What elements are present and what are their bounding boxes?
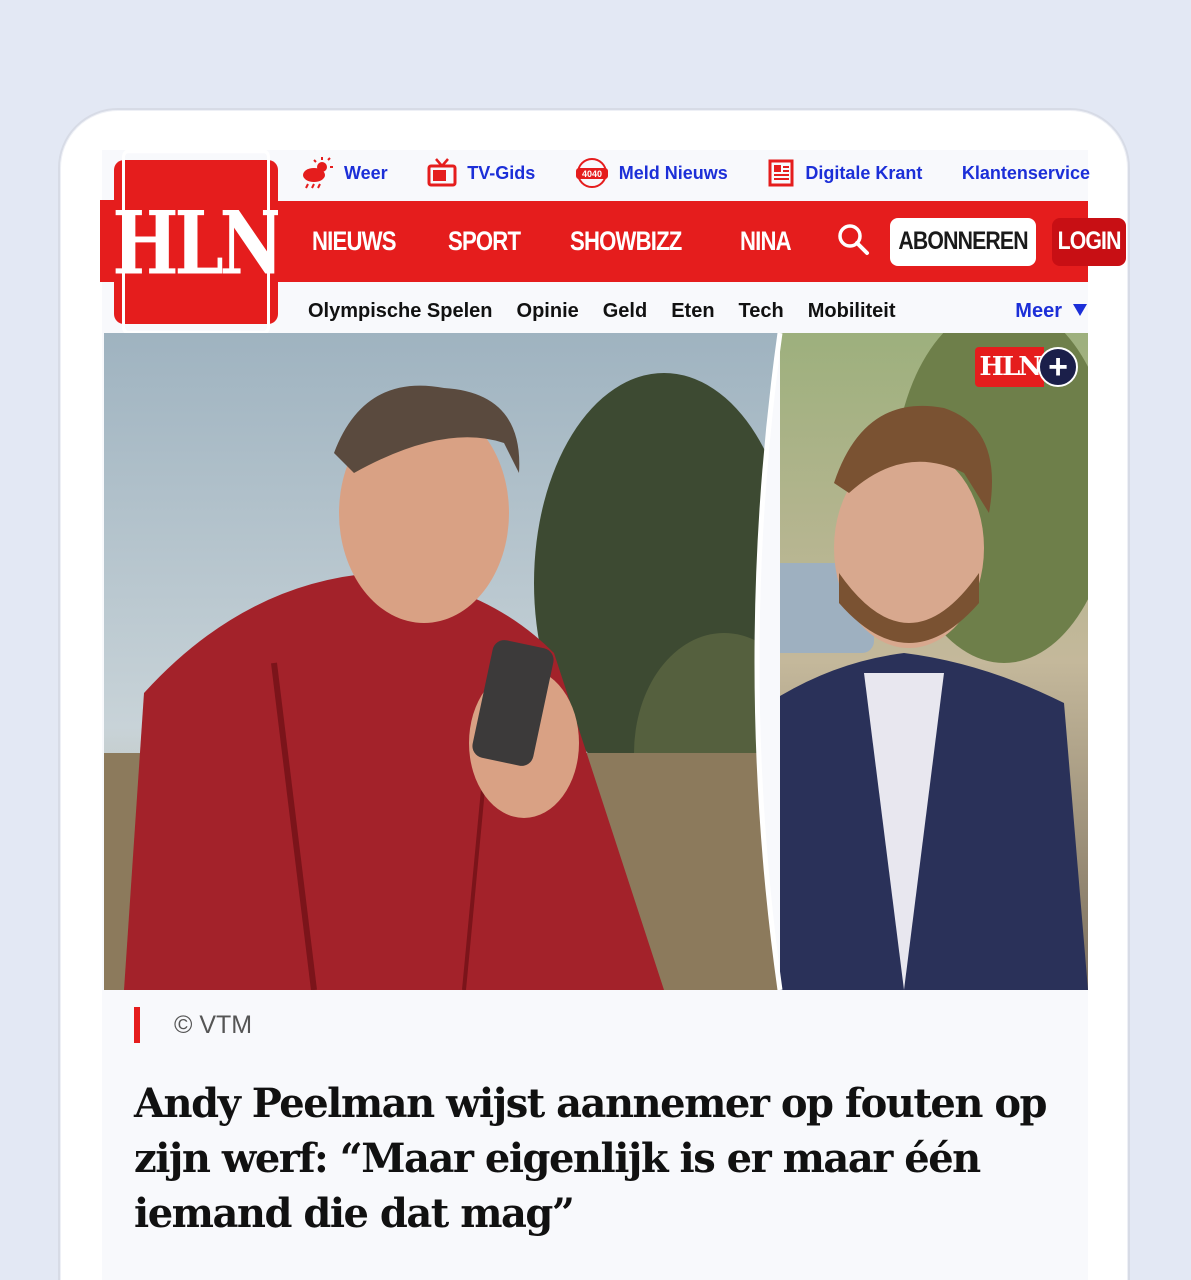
sub-nav-mobiliteit[interactable]: Mobiliteit — [808, 300, 896, 323]
sub-nav-opinie[interactable]: Opinie — [517, 300, 579, 323]
digital-paper-link[interactable]: Digitale Krant — [767, 159, 922, 187]
sub-nav: Olympische Spelen Opinie Geld Eten Tech … — [308, 294, 1088, 328]
weather-label: Weer — [344, 162, 388, 183]
4040-icon: 4040 — [575, 158, 609, 188]
triangle-down-icon — [1072, 300, 1088, 323]
photo-caption: © VTM — [134, 1007, 252, 1043]
more-menu-button[interactable]: Meer — [1015, 300, 1088, 323]
weather-link[interactable]: Weer — [300, 156, 388, 190]
digital-paper-label: Digitale Krant — [805, 162, 923, 183]
customer-service-label: Klantenservice — [961, 162, 1090, 183]
plus-icon: + — [1038, 347, 1078, 387]
tv-guide-link[interactable]: TV-Gids — [427, 158, 535, 188]
report-news-label: Meld Nieuws — [618, 162, 728, 183]
nav-item-nieuws[interactable]: NIEUWS — [312, 226, 396, 257]
newspaper-icon — [767, 159, 795, 187]
hln-logo[interactable]: HLN — [112, 149, 284, 335]
utility-bar: Weer TV-Gids 4040 Meld Nieuws Digitale K… — [300, 155, 1090, 191]
customer-service-link[interactable]: Klantenservice — [962, 163, 1090, 184]
login-button[interactable]: LOGIN — [1052, 217, 1127, 266]
login-label: LOGIN — [1057, 227, 1122, 255]
nav-item-sport[interactable]: SPORT — [448, 226, 521, 257]
search-icon — [836, 222, 870, 261]
article-hero-image[interactable]: HLN + — [104, 333, 1088, 990]
caption-accent-bar — [134, 1007, 140, 1043]
hln-plus-badge: HLN + — [975, 347, 1078, 387]
sub-nav-olympische-spelen[interactable]: Olympische Spelen — [308, 300, 493, 323]
sub-nav-geld[interactable]: Geld — [603, 300, 647, 323]
more-label: Meer — [1015, 299, 1062, 322]
svg-text:4040: 4040 — [582, 169, 602, 179]
logo-text: HLN — [112, 149, 284, 335]
nav-item-nina[interactable]: NINA — [740, 226, 792, 257]
article-headline[interactable]: Andy Peelman wijst aannemer op fouten op… — [134, 1076, 1054, 1241]
sub-nav-eten[interactable]: Eten — [671, 300, 714, 323]
weather-icon — [300, 156, 334, 190]
report-news-link[interactable]: 4040 Meld Nieuws — [575, 158, 728, 188]
plus-badge-text: HLN — [975, 347, 1044, 387]
caption-text: © VTM — [174, 1010, 253, 1039]
sub-nav-tech[interactable]: Tech — [739, 300, 784, 323]
main-nav: NIEUWS SPORT SHOWBIZZ NINA ABONNEREN LOG… — [278, 201, 1127, 282]
subscribe-label: ABONNEREN — [898, 227, 1028, 255]
tv-icon — [427, 158, 457, 188]
nav-item-showbizz[interactable]: SHOWBIZZ — [570, 226, 682, 257]
search-button[interactable] — [836, 222, 870, 261]
subscribe-button[interactable]: ABONNEREN — [890, 217, 1036, 266]
tv-guide-label: TV-Gids — [467, 162, 536, 183]
